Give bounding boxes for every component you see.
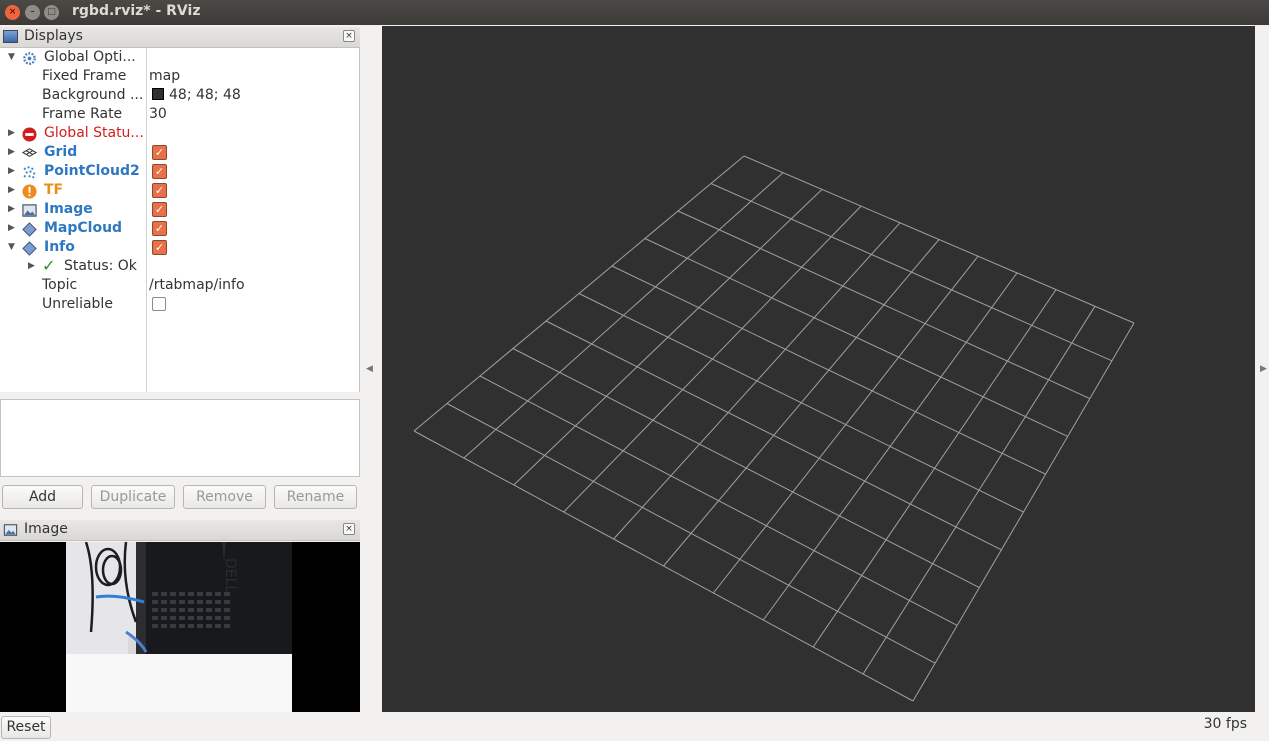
error-icon xyxy=(22,127,37,142)
maximize-window-button[interactable]: □ xyxy=(44,5,59,20)
displays-panel-header: Displays × xyxy=(0,27,360,48)
frame-rate-value[interactable]: 30 xyxy=(149,106,167,122)
info-enabled-checkbox[interactable]: ✓ xyxy=(152,240,167,255)
duplicate-button[interactable]: Duplicate xyxy=(91,485,175,509)
close-window-button[interactable]: × xyxy=(5,5,20,20)
expand-arrow-icon[interactable]: ▶ xyxy=(8,185,15,195)
camera-feed-image: DELL xyxy=(66,542,292,712)
plugin-diamond-icon xyxy=(22,241,37,256)
mapcloud-enabled-checkbox[interactable]: ✓ xyxy=(152,221,167,236)
grid-enabled-checkbox[interactable]: ✓ xyxy=(152,145,167,160)
title-bar: × – □ rgbd.rviz* - RViz xyxy=(0,0,1269,25)
expand-arrow-icon[interactable]: ▶ xyxy=(8,166,15,176)
topic-value[interactable]: /rtabmap/info xyxy=(149,277,245,293)
checkmark-icon: ✓ xyxy=(42,256,56,275)
rename-button[interactable]: Rename xyxy=(274,485,357,509)
panel-splitter-left[interactable]: ◀ xyxy=(366,364,373,374)
tree-label: Status: Ok xyxy=(64,258,137,274)
image-enabled-checkbox[interactable]: ✓ xyxy=(152,202,167,217)
expand-arrow-icon[interactable]: ▶ xyxy=(28,261,35,271)
expand-arrow-icon[interactable]: ▶ xyxy=(8,204,15,214)
tree-row-tf[interactable]: ▶ TF ✓ xyxy=(0,182,358,201)
svg-text:DELL: DELL xyxy=(222,558,238,593)
tree-row-grid[interactable]: ▶ Grid ✓ xyxy=(0,144,358,163)
window-title: rgbd.rviz* - RViz xyxy=(72,3,201,19)
tree-label: TF xyxy=(44,182,64,198)
grid-line xyxy=(862,306,1096,675)
background-color-value[interactable]: 48; 48; 48 xyxy=(152,87,241,103)
tree-label: MapCloud xyxy=(44,220,123,236)
grid-line xyxy=(446,403,936,664)
panel-splitter-right[interactable]: ▶ xyxy=(1260,364,1267,374)
tree-row-background-color[interactable]: Background ... 48; 48; 48 xyxy=(0,87,358,106)
close-image-panel-button[interactable]: × xyxy=(343,523,355,535)
expand-arrow-icon[interactable]: ▶ xyxy=(8,223,15,233)
image-panel-title: Image xyxy=(24,521,68,537)
tree-row-image[interactable]: ▶ Image ✓ xyxy=(0,201,358,220)
tree-label: PointCloud2 xyxy=(44,163,140,179)
grid-icon xyxy=(22,148,37,157)
tree-label: Fixed Frame xyxy=(42,68,127,84)
tree-label: Frame Rate xyxy=(42,106,123,122)
point-cloud-icon xyxy=(23,166,36,179)
tree-label: Info xyxy=(44,239,75,255)
unreliable-checkbox[interactable] xyxy=(152,297,166,311)
expand-arrow-icon[interactable]: ▼ xyxy=(8,242,15,252)
tree-label: Global Opti... xyxy=(44,49,136,65)
status-bar: Reset 30 fps xyxy=(0,712,1269,741)
fps-readout: 30 fps xyxy=(1203,716,1247,732)
tree-label: Unreliable xyxy=(42,296,113,312)
warning-icon xyxy=(22,184,37,199)
close-displays-panel-button[interactable]: × xyxy=(343,30,355,42)
expand-arrow-icon[interactable]: ▼ xyxy=(8,52,15,62)
tree-row-topic[interactable]: Topic /rtabmap/info xyxy=(0,277,358,296)
property-description-box xyxy=(0,399,360,477)
fixed-frame-value[interactable]: map xyxy=(149,68,180,84)
grid-line xyxy=(479,375,958,626)
tree-label: Image xyxy=(44,201,93,217)
tree-row-fixed-frame[interactable]: Fixed Frame map xyxy=(0,68,358,87)
expand-arrow-icon[interactable]: ▶ xyxy=(8,147,15,157)
monitor-icon xyxy=(3,30,18,43)
camera-image-view: DELL xyxy=(0,542,360,712)
tf-enabled-checkbox[interactable]: ✓ xyxy=(152,183,167,198)
pointcloud2-enabled-checkbox[interactable]: ✓ xyxy=(152,164,167,179)
tree-label: Global Statu... xyxy=(44,125,144,141)
add-button[interactable]: Add xyxy=(2,485,83,509)
color-swatch xyxy=(152,88,164,100)
displays-tree: ▼ Global Opti... Fixed Frame map Backgro… xyxy=(0,48,360,392)
minimize-window-button[interactable]: – xyxy=(25,5,40,20)
grid-line xyxy=(578,293,1024,513)
tree-row-mapcloud[interactable]: ▶ MapCloud ✓ xyxy=(0,220,358,239)
background-color-text: 48; 48; 48 xyxy=(169,87,241,103)
image-icon xyxy=(22,204,37,217)
expand-arrow-icon[interactable]: ▶ xyxy=(8,128,15,138)
displays-panel-title: Displays xyxy=(24,28,83,44)
tree-row-unreliable[interactable]: Unreliable xyxy=(0,296,358,315)
tree-row-frame-rate[interactable]: Frame Rate 30 xyxy=(0,106,358,125)
image-panel-header: Image × xyxy=(0,520,360,541)
tree-label: Topic xyxy=(42,277,78,293)
plugin-diamond-icon xyxy=(22,222,37,237)
tree-row-status-ok[interactable]: ▶ ✓ Status: Ok xyxy=(0,256,358,277)
remove-button[interactable]: Remove xyxy=(183,485,266,509)
reset-button[interactable]: Reset xyxy=(1,716,51,739)
gear-icon xyxy=(23,52,36,65)
grid-display xyxy=(413,155,1135,702)
render-view-3d[interactable] xyxy=(382,26,1255,712)
tree-row-global-status[interactable]: ▶ Global Statu... xyxy=(0,125,358,144)
grid-line xyxy=(812,289,1057,648)
tree-row-pointcloud2[interactable]: ▶ PointCloud2 ✓ xyxy=(0,163,358,182)
tree-label: Background ... xyxy=(42,87,144,103)
image-icon xyxy=(3,524,18,536)
tree-row-global-options[interactable]: ▼ Global Opti... xyxy=(0,49,358,68)
tree-label: Grid xyxy=(44,144,78,160)
grid-line xyxy=(762,272,1018,621)
